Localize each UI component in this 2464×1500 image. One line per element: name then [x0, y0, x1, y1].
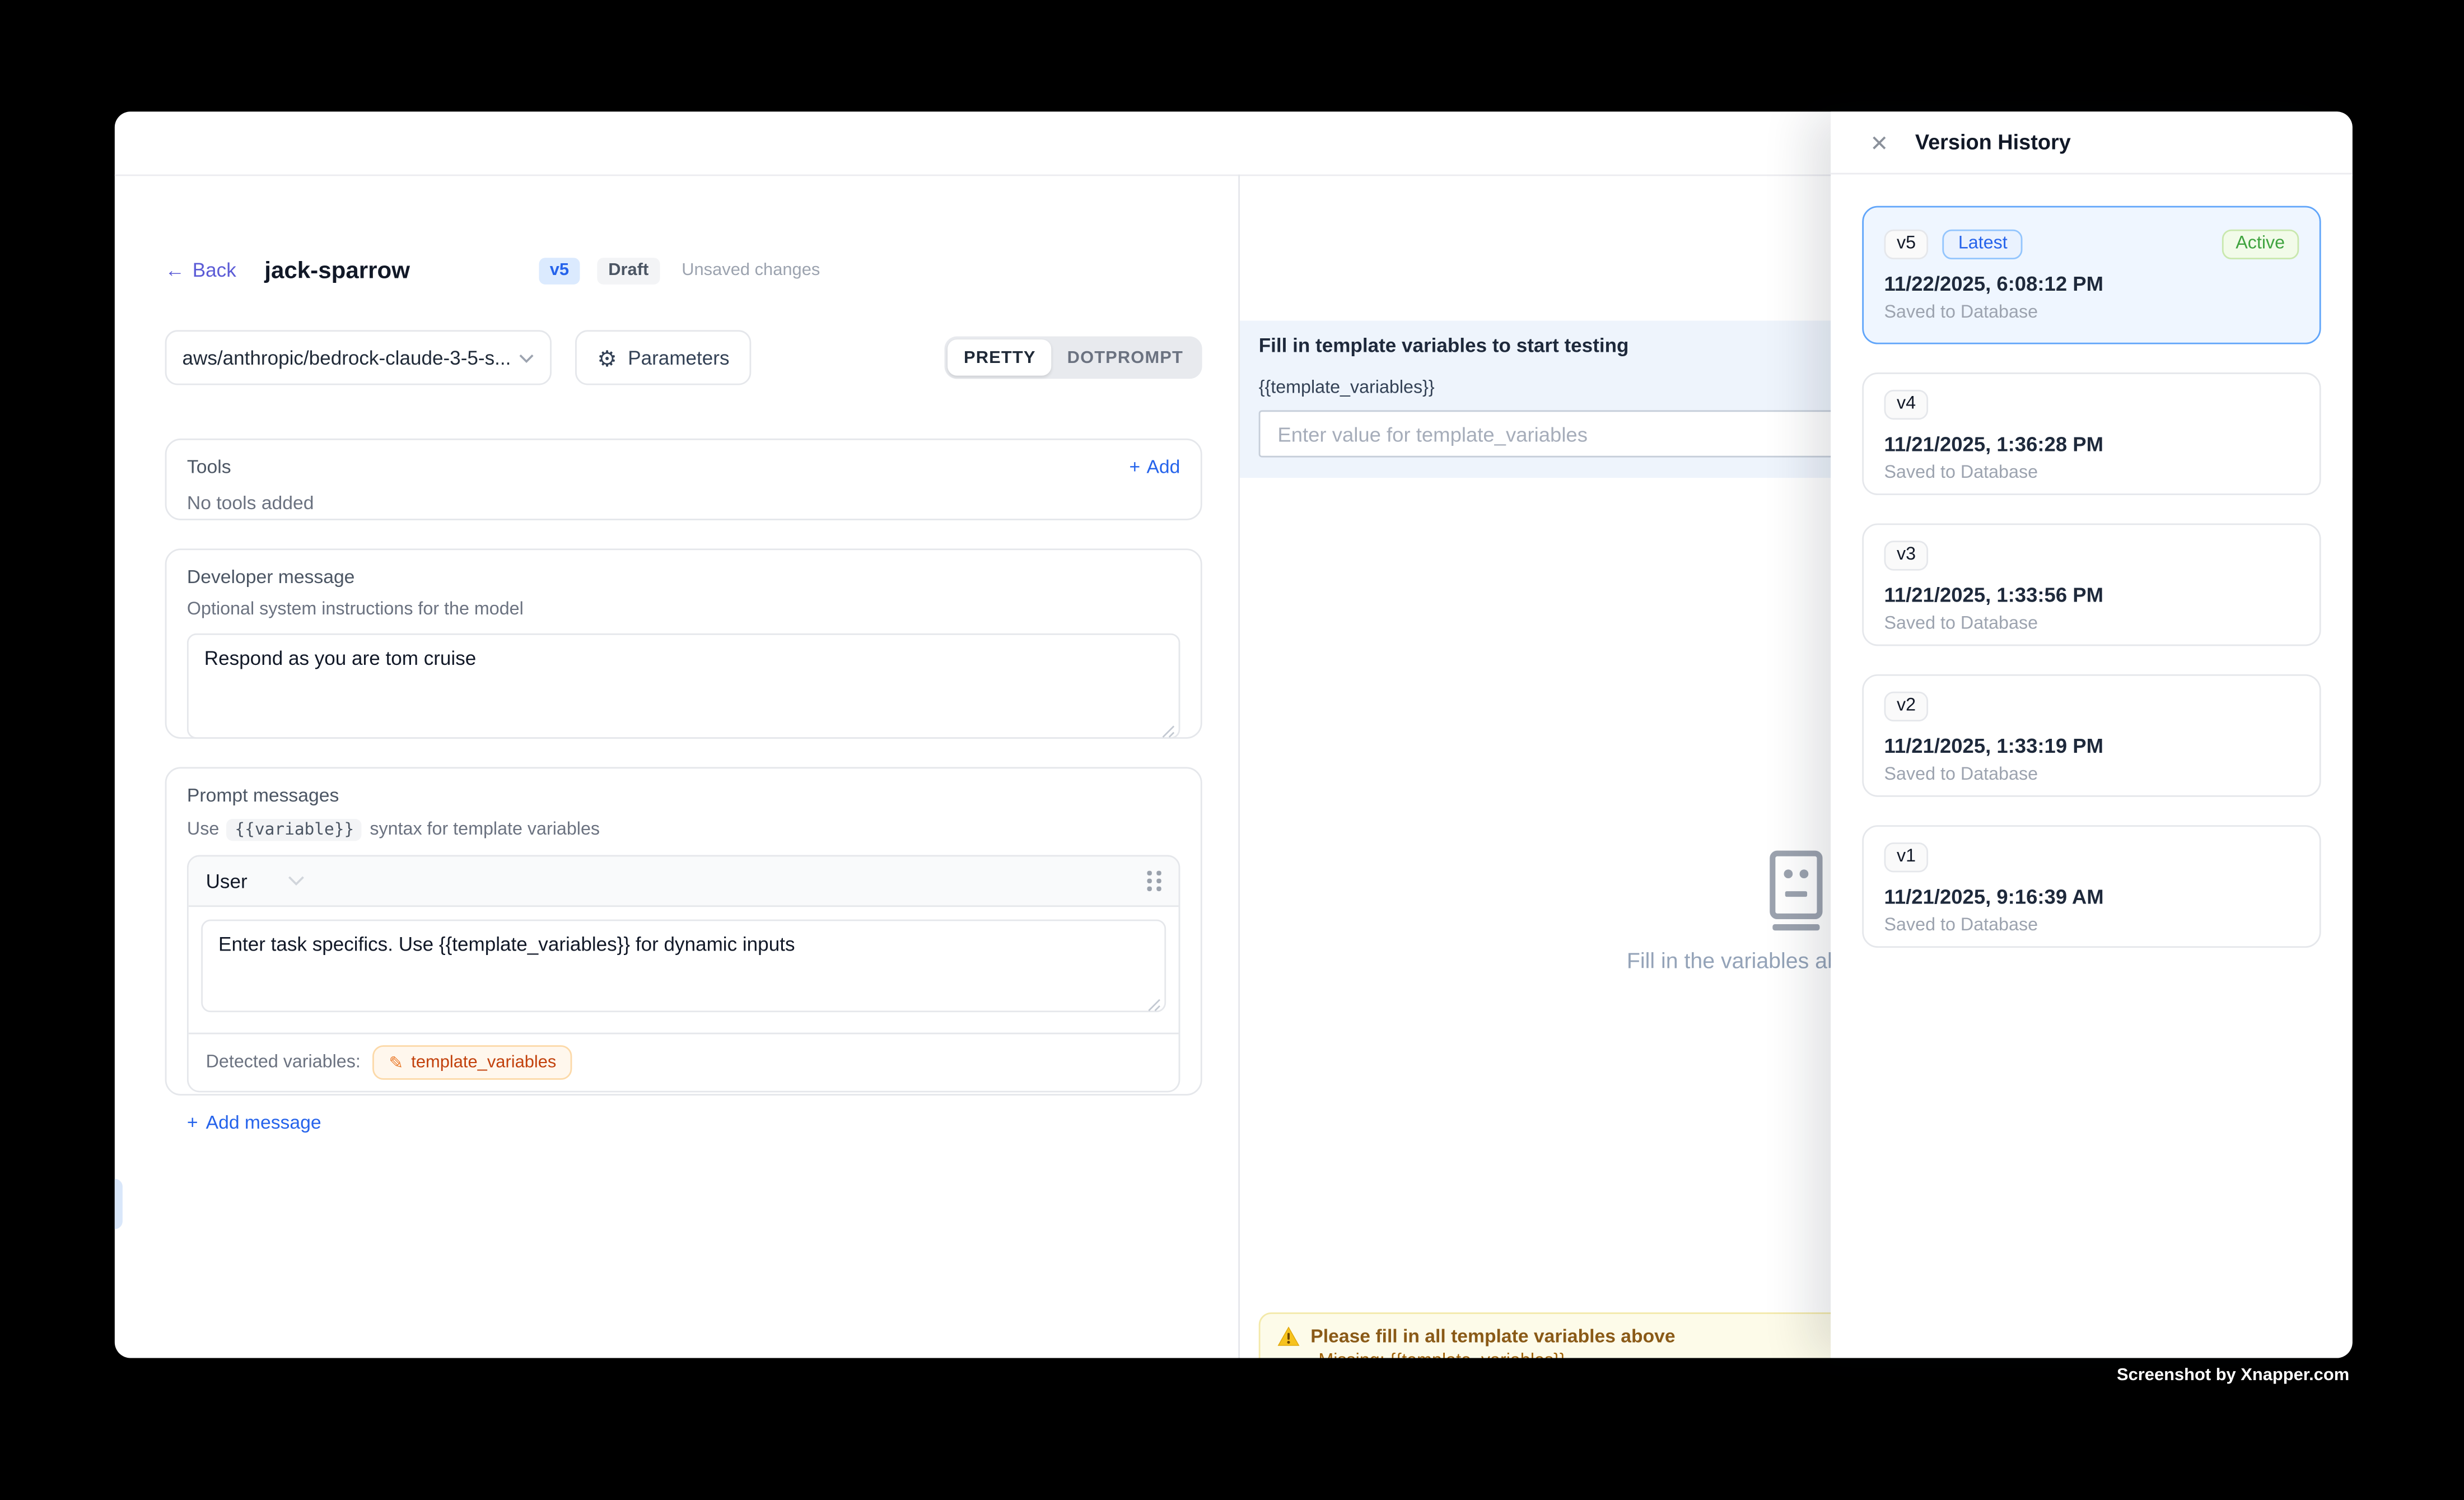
page-header-row: ← Back jack-sparrow v5 Draft Unsaved cha… — [165, 256, 1202, 285]
prompt-messages-card: Prompt messages Use {{variable}} syntax … — [165, 767, 1202, 1095]
model-select-value: aws/anthropic/bedrock-claude-3-5-s... — [183, 347, 519, 369]
version-timestamp: 11/22/2025, 6:08:12 PM — [1884, 272, 2299, 295]
syntax-suffix: syntax for template variables — [370, 821, 600, 840]
version-card-v5[interactable]: v5 Latest Active 11/22/2025, 6:08:12 PM … — [1862, 206, 2321, 344]
detected-variables-label: Detected variables: — [206, 1053, 361, 1072]
draft-badge: Draft — [598, 257, 660, 284]
add-message-button[interactable]: + Add message — [187, 1111, 1180, 1133]
prompt-messages-title: Prompt messages — [187, 784, 1180, 806]
toggle-dotprompt[interactable]: DOTPROMPT — [1052, 339, 1199, 376]
drag-handle-icon[interactable] — [1147, 871, 1161, 891]
editor-column: ← Back jack-sparrow v5 Draft Unsaved cha… — [165, 174, 1202, 1095]
close-icon[interactable]: ✕ — [1870, 131, 1888, 153]
chevron-down-icon[interactable] — [288, 875, 306, 887]
add-message-label: Add message — [206, 1111, 321, 1133]
developer-message-input[interactable]: Respond as you are tom cruise — [187, 633, 1180, 739]
version-list: v5 Latest Active 11/22/2025, 6:08:12 PM … — [1862, 206, 2321, 948]
tools-title: Tools — [187, 456, 231, 478]
version-history-title: Version History — [1915, 131, 2071, 154]
edge-toast-fragment — [115, 1179, 123, 1229]
developer-message-title: Developer message — [187, 566, 1180, 588]
version-timestamp: 11/21/2025, 9:16:39 AM — [1884, 885, 2299, 909]
toggle-pretty[interactable]: PRETTY — [948, 339, 1052, 376]
version-number-badge: v1 — [1884, 842, 1929, 872]
watermark-text: Screenshot by Xnapper.com — [2117, 1366, 2349, 1385]
version-card-v1[interactable]: v1 11/21/2025, 9:16:39 AM Saved to Datab… — [1862, 825, 2321, 948]
plus-icon: + — [187, 1111, 198, 1133]
detected-variables-row: Detected variables: ✎ template_variables — [189, 1033, 1179, 1091]
view-mode-toggle: PRETTY DOTPROMPT — [945, 337, 1202, 379]
variable-chip[interactable]: ✎ template_variables — [373, 1045, 572, 1080]
version-badge: v5 — [539, 257, 580, 284]
version-number-badge: v2 — [1884, 692, 1929, 721]
version-status: Saved to Database — [1884, 304, 2299, 323]
tools-empty-text: No tools added — [187, 492, 1180, 514]
syntax-hint: Use {{variable}} syntax for template var… — [187, 819, 1180, 841]
latest-badge: Latest — [1943, 230, 2023, 259]
model-select[interactable]: aws/anthropic/bedrock-claude-3-5-s... — [165, 330, 552, 385]
version-number-badge: v4 — [1884, 390, 1929, 420]
app-window: ← Back jack-sparrow v5 Draft Unsaved cha… — [115, 111, 2353, 1358]
version-status: Saved to Database — [1884, 766, 2299, 785]
version-history-panel: ✕ Version History v5 Latest Active 11/22… — [1831, 111, 2353, 1358]
variable-chip-label: template_variables — [411, 1053, 556, 1072]
warning-title: Please fill in all template variables ab… — [1310, 1325, 1675, 1347]
version-status: Saved to Database — [1884, 916, 2299, 935]
back-button[interactable]: ← Back — [165, 259, 236, 281]
active-badge: Active — [2222, 230, 2299, 259]
role-select-value[interactable]: User — [206, 870, 248, 892]
warning-triangle-icon — [1277, 1326, 1299, 1346]
robot-face-icon — [1762, 850, 1831, 932]
message-role-header: User — [189, 856, 1179, 907]
version-number-badge: v3 — [1884, 541, 1929, 570]
version-timestamp: 11/21/2025, 1:33:19 PM — [1884, 734, 2299, 757]
add-tool-label: Add — [1146, 456, 1180, 478]
version-card-v3[interactable]: v3 11/21/2025, 1:33:56 PM Saved to Datab… — [1862, 523, 2321, 646]
pencil-icon: ✎ — [389, 1052, 403, 1073]
back-arrow-icon: ← — [165, 259, 185, 281]
version-number-badge: v5 — [1884, 230, 1929, 259]
version-timestamp: 11/21/2025, 1:33:56 PM — [1884, 583, 2299, 607]
model-toolbar: aws/anthropic/bedrock-claude-3-5-s... ⚙ … — [165, 330, 1202, 385]
version-status: Saved to Database — [1884, 614, 2299, 633]
chevron-down-icon — [519, 353, 534, 362]
version-timestamp: 11/21/2025, 1:36:28 PM — [1884, 432, 2299, 456]
back-label: Back — [193, 259, 236, 281]
message-input[interactable]: Enter task specifics. Use {{template_var… — [201, 920, 1166, 1013]
plus-icon: + — [1130, 456, 1141, 478]
tools-card: Tools + Add No tools added — [165, 439, 1202, 520]
version-status: Saved to Database — [1884, 464, 2299, 483]
message-body: Enter task specifics. Use {{template_var… — [189, 907, 1179, 1032]
version-history-header: ✕ Version History — [1831, 111, 2353, 174]
syntax-prefix: Use — [187, 821, 219, 840]
version-card-v4[interactable]: v4 11/21/2025, 1:36:28 PM Saved to Datab… — [1862, 372, 2321, 495]
parameters-label: Parameters — [628, 347, 729, 369]
developer-message-card: Developer message Optional system instru… — [165, 548, 1202, 739]
page-title: jack-sparrow — [264, 257, 410, 284]
message-block: User Enter task specifics. Use {{templat… — [187, 855, 1180, 1093]
add-tool-button[interactable]: + Add — [1130, 456, 1180, 478]
screenshot-stage: ← Back jack-sparrow v5 Draft Unsaved cha… — [0, 0, 2464, 1499]
parameters-button[interactable]: ⚙ Parameters — [575, 330, 752, 385]
gear-icon: ⚙ — [597, 347, 617, 369]
syntax-code-chip: {{variable}} — [227, 819, 362, 841]
developer-message-subtitle: Optional system instructions for the mod… — [187, 600, 1180, 619]
version-card-v2[interactable]: v2 11/21/2025, 1:33:19 PM Saved to Datab… — [1862, 674, 2321, 797]
unsaved-changes-label: Unsaved changes — [682, 261, 820, 280]
